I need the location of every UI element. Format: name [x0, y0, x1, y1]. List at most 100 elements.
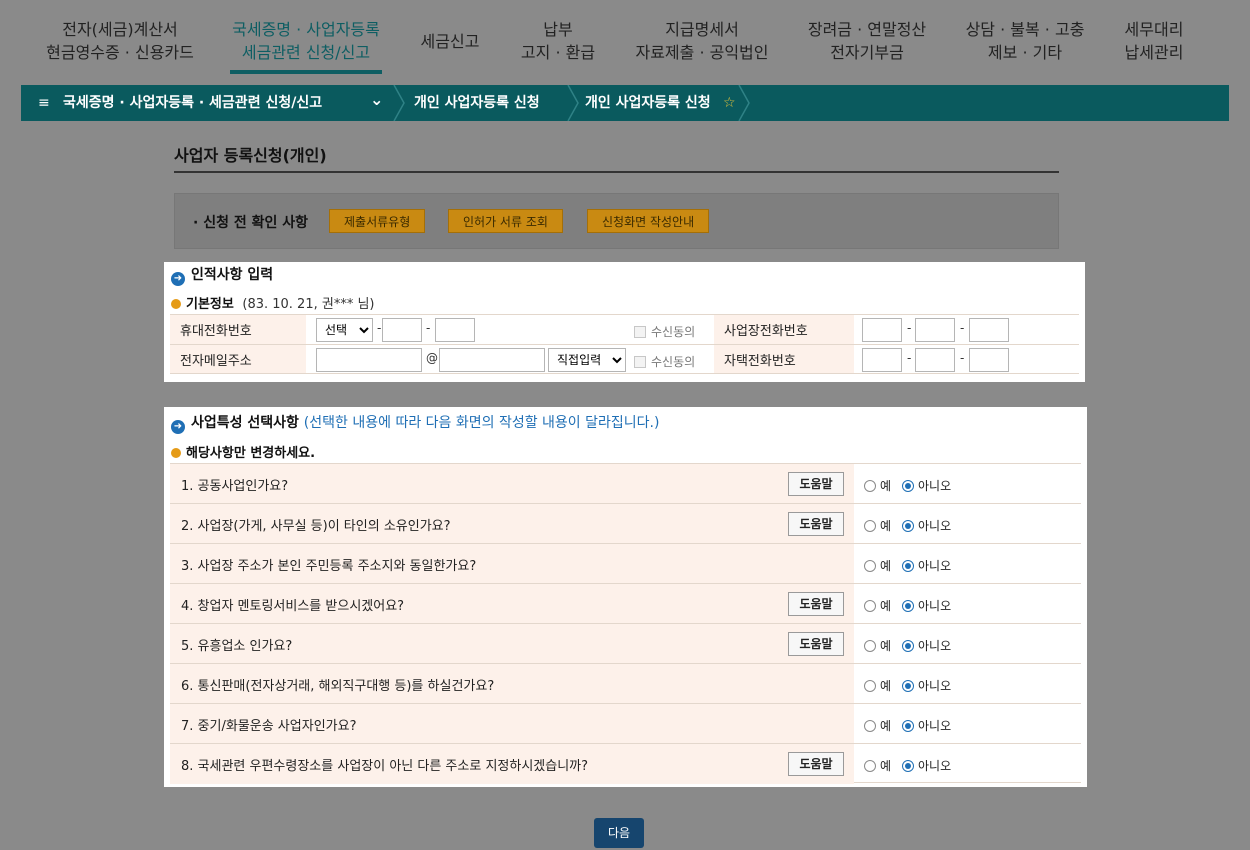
yes-radio[interactable]: 예	[864, 757, 891, 774]
breadcrumb-separator-icon	[566, 85, 580, 121]
yes-radio[interactable]: 예	[864, 677, 891, 694]
help-button[interactable]: 도움말	[788, 592, 844, 616]
radio-checked-icon	[902, 600, 914, 612]
mobile-consent-checkbox[interactable]: 수신동의	[634, 323, 695, 340]
yes-radio[interactable]: 예	[864, 517, 891, 534]
chevron-down-icon[interactable]: ⌄	[370, 82, 383, 118]
radio-label: 아니오	[918, 479, 952, 493]
radio-unchecked-icon	[864, 760, 876, 772]
home-phone-last-input[interactable]	[969, 348, 1009, 372]
document-type-button[interactable]: 제출서류유형	[329, 209, 426, 233]
business-subheading-text: 해당사항만 변경하세요.	[186, 446, 316, 461]
no-radio[interactable]: 아니오	[902, 477, 951, 494]
breadcrumb-separator-icon	[392, 85, 406, 121]
nav-item-incentive[interactable]: 장려금 · 연말정산 전자기부금	[798, 18, 936, 64]
breadcrumb-level1[interactable]: 국세증명 · 사업자등록 · 세금관련 신청/신고	[63, 85, 322, 121]
home-phone-area-input[interactable]	[862, 348, 902, 372]
checkbox-icon	[634, 356, 646, 368]
question-text: 6. 통신판매(전자상거래, 해외직구대행 등)를 하실건가요?	[170, 664, 854, 704]
radio-unchecked-icon	[864, 720, 876, 732]
radio-label: 아니오	[918, 559, 952, 573]
question-row: 5. 유흥업소 인가요? 도움말 예 아니오	[170, 623, 1081, 664]
breadcrumb-level2[interactable]: 개인 사업자등록 신청	[414, 85, 540, 121]
help-button[interactable]: 도움말	[788, 752, 844, 776]
email-at-sign: @	[426, 351, 438, 365]
nav-item-tax-filing[interactable]: 세금신고	[412, 30, 488, 53]
form-guide-button[interactable]: 신청화면 작성안내	[587, 209, 710, 233]
email-consent-checkbox[interactable]: 수신동의	[634, 353, 695, 370]
business-options-heading: ➜ 사업특성 선택사항 (선택한 내용에 따라 다음 화면의 작성할 내용이 달라…	[171, 412, 659, 434]
nav-item-certificate-registration[interactable]: 국세증명 · 사업자등록 세금관련 신청/신고	[222, 18, 390, 64]
nav-item-line1: 납부	[543, 20, 573, 39]
active-nav-underline	[230, 70, 382, 74]
question-row: 6. 통신판매(전자상거래, 해외직구대행 등)를 하실건가요? 예 아니오	[170, 663, 1081, 704]
nav-item-payment-statement[interactable]: 지급명세서 자료제출 · 공익법인	[626, 18, 778, 64]
mobile-phone-row: 휴대전화번호 선택 - - 수신동의 사업장전화번호 - -	[170, 314, 1079, 344]
question-row: 1. 공동사업인가요? 도움말 예 아니오	[170, 463, 1081, 504]
no-radio[interactable]: 아니오	[902, 557, 951, 574]
no-radio[interactable]: 아니오	[902, 717, 951, 734]
yes-radio[interactable]: 예	[864, 597, 891, 614]
bullet-icon	[171, 299, 181, 309]
yes-radio[interactable]: 예	[864, 477, 891, 494]
help-button[interactable]: 도움말	[788, 472, 844, 496]
business-options-panel: ➜ 사업특성 선택사항 (선택한 내용에 따라 다음 화면의 작성할 내용이 달라…	[164, 407, 1087, 787]
nav-item-consultation[interactable]: 상담 · 불복 · 고충 제보 · 기타	[958, 18, 1092, 64]
nav-item-e-invoice[interactable]: 전자(세금)계산서 현금영수증 · 신용카드	[40, 18, 200, 64]
mobile-phone-label: 휴대전화번호	[170, 315, 306, 344]
bullet-icon	[171, 448, 181, 458]
email-domain-select[interactable]: 직접입력	[548, 348, 626, 372]
question-text: 2. 사업장(가게, 사무실 등)이 타인의 소유인가요?	[170, 504, 854, 544]
title-divider	[174, 171, 1059, 173]
yes-radio[interactable]: 예	[864, 637, 891, 654]
mobile-middle-input[interactable]	[382, 318, 422, 342]
nav-item-line1: 장려금 · 연말정산	[807, 20, 927, 39]
checkbox-icon	[634, 326, 646, 338]
nav-item-line1: 세금신고	[420, 32, 480, 51]
radio-label: 예	[880, 639, 892, 653]
mobile-last-input[interactable]	[435, 318, 475, 342]
help-button[interactable]: 도움말	[788, 512, 844, 536]
business-phone-last-input[interactable]	[969, 318, 1009, 342]
personal-info-title: 인적사항 입력	[191, 267, 274, 283]
home-phone-middle-input[interactable]	[915, 348, 955, 372]
email-domain-input[interactable]	[439, 348, 545, 372]
radio-label: 아니오	[918, 759, 952, 773]
nav-item-payment[interactable]: 납부 고지 · 환급	[508, 18, 608, 64]
business-phone-area-input[interactable]	[862, 318, 902, 342]
nav-item-line2: 자료제출 · 공익법인	[635, 43, 769, 62]
yes-radio[interactable]: 예	[864, 557, 891, 574]
email-id-input[interactable]	[316, 348, 422, 372]
nav-item-tax-agent[interactable]: 세무대리 납세관리	[1110, 18, 1198, 64]
breadcrumb-level3: 개인 사업자등록 신청	[585, 95, 711, 111]
menu-icon[interactable]: ≡	[38, 85, 50, 121]
question-text: 4. 창업자 멘토링서비스를 받으시겠어요?	[170, 584, 854, 624]
yes-radio[interactable]: 예	[864, 717, 891, 734]
email-label: 전자메일주소	[170, 345, 306, 373]
mobile-prefix-select[interactable]: 선택	[316, 318, 373, 342]
favorite-star-icon[interactable]: ☆	[723, 85, 736, 121]
no-radio[interactable]: 아니오	[902, 597, 951, 614]
personal-info-panel: ➜ 인적사항 입력 기본정보 (83. 10. 21, 권*** 님) 휴대전화번…	[164, 262, 1085, 382]
business-phone-label: 사업장전화번호	[714, 315, 854, 344]
arrow-right-icon: ➜	[171, 420, 185, 434]
business-phone-middle-input[interactable]	[915, 318, 955, 342]
question-text: 1. 공동사업인가요?	[170, 464, 854, 504]
nav-item-line1: 국세증명 · 사업자등록	[232, 20, 380, 39]
no-radio[interactable]: 아니오	[902, 517, 951, 534]
personal-info-heading: ➜ 인적사항 입력	[171, 264, 273, 286]
home-phone-label: 자택전화번호	[714, 345, 854, 373]
business-options-title: 사업특성 선택사항	[191, 415, 299, 431]
help-button[interactable]: 도움말	[788, 632, 844, 656]
radio-unchecked-icon	[864, 680, 876, 692]
next-button[interactable]: 다음	[594, 818, 644, 848]
nav-item-line2: 고지 · 환급	[520, 43, 596, 62]
nav-item-line1: 상담 · 불복 · 고충	[965, 20, 1085, 39]
no-radio[interactable]: 아니오	[902, 637, 951, 654]
no-radio[interactable]: 아니오	[902, 677, 951, 694]
dash-separator: -	[960, 321, 965, 335]
permit-document-lookup-button[interactable]: 인허가 서류 조회	[448, 209, 563, 233]
no-radio[interactable]: 아니오	[902, 757, 951, 774]
basic-info-note: (83. 10. 21, 권*** 님)	[242, 297, 375, 312]
question-row: 3. 사업장 주소가 본인 주민등록 주소지와 동일한가요? 예 아니오	[170, 543, 1081, 584]
